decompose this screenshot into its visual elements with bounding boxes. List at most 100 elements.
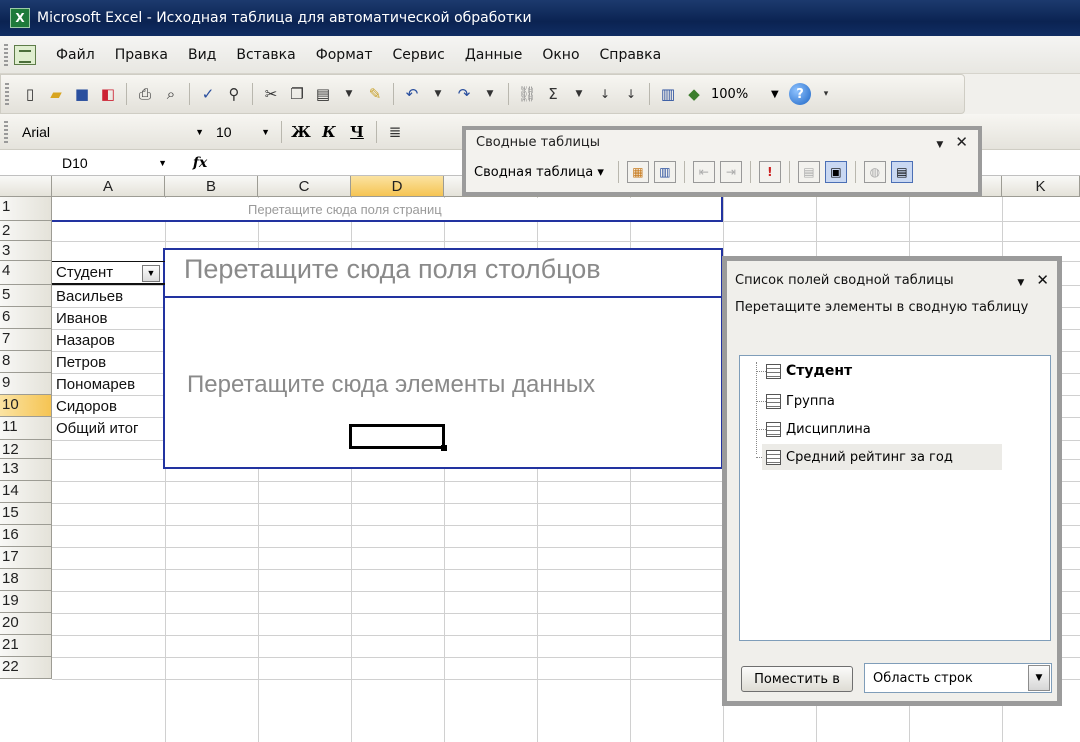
row-header-21[interactable]: 21: [0, 635, 52, 657]
menu-help[interactable]: Справка: [590, 47, 672, 63]
active-cell[interactable]: [349, 424, 445, 449]
autosum-dropdown-icon[interactable]: ▼: [568, 83, 590, 105]
hyperlink-icon[interactable]: ⛓: [516, 83, 538, 105]
spelling-icon[interactable]: ✓: [197, 83, 219, 105]
row-item[interactable]: Васильев: [56, 288, 123, 305]
name-box-dropdown-icon[interactable]: ▼: [158, 158, 167, 168]
print-preview-icon[interactable]: ⌕: [160, 83, 182, 105]
pivot-toolbar-titlebar[interactable]: Сводные таблицы ▼ ✕: [466, 130, 978, 154]
save-icon[interactable]: ■: [71, 83, 93, 105]
menu-tools[interactable]: Сервис: [383, 47, 455, 63]
sort-descending-icon[interactable]: ↓: [620, 83, 642, 105]
row-header-9[interactable]: 9: [0, 373, 52, 395]
options-dropdown-icon[interactable]: ▼: [936, 140, 943, 150]
always-display-items-icon[interactable]: ▣: [824, 161, 847, 183]
autosum-icon[interactable]: Σ: [542, 83, 564, 105]
row-header-18[interactable]: 18: [0, 569, 52, 591]
field-item[interactable]: Студент: [766, 358, 852, 384]
field-item[interactable]: Дисциплина: [766, 416, 871, 442]
hide-detail-icon[interactable]: ⇤: [692, 161, 715, 183]
toolbar-grip[interactable]: [5, 83, 9, 105]
row-header-13[interactable]: 13: [0, 459, 52, 481]
row-field-dropdown-icon[interactable]: ▼: [142, 265, 160, 282]
row-item[interactable]: Сидоров: [56, 398, 117, 415]
menu-insert[interactable]: Вставка: [226, 47, 305, 63]
row-header-12[interactable]: 12: [0, 440, 52, 459]
menu-window[interactable]: Окно: [532, 47, 589, 63]
bold-button[interactable]: Ж: [289, 123, 313, 141]
cut-icon[interactable]: ✂: [260, 83, 282, 105]
field-item[interactable]: Группа: [766, 388, 835, 414]
refresh-data-icon[interactable]: !: [758, 161, 781, 183]
row-item[interactable]: Пономарев: [56, 376, 135, 393]
row-header-6[interactable]: 6: [0, 307, 52, 329]
zoom-dropdown-icon[interactable]: ▼: [771, 89, 785, 100]
column-header-d[interactable]: D: [351, 176, 444, 197]
close-icon[interactable]: ✕: [1036, 271, 1049, 289]
menu-format[interactable]: Формат: [306, 47, 383, 63]
menu-file[interactable]: Файл: [46, 47, 105, 63]
font-size-box[interactable]: 10 ▼: [212, 120, 274, 144]
help-icon[interactable]: ?: [789, 83, 811, 105]
show-field-list-icon[interactable]: ▤: [890, 161, 913, 183]
pivot-chart-icon[interactable]: ▥: [653, 161, 676, 183]
chart-wizard-icon[interactable]: ▥: [657, 83, 679, 105]
row-header-3[interactable]: 3: [0, 241, 52, 261]
add-to-button[interactable]: Поместить в: [741, 666, 853, 692]
underline-button[interactable]: Ч: [345, 123, 369, 141]
row-header-17[interactable]: 17: [0, 547, 52, 569]
research-icon[interactable]: ⚲: [223, 83, 245, 105]
field-settings-icon[interactable]: ◍: [863, 161, 886, 183]
select-all-corner[interactable]: [0, 176, 52, 197]
italic-button[interactable]: К: [317, 123, 341, 141]
include-hidden-items-icon[interactable]: ▤: [797, 161, 820, 183]
row-header-15[interactable]: 15: [0, 503, 52, 525]
toolbar-options-icon[interactable]: ▾: [815, 83, 837, 105]
row-header-20[interactable]: 20: [0, 613, 52, 635]
redo-dropdown-icon[interactable]: ▼: [479, 83, 501, 105]
row-item[interactable]: Назаров: [56, 332, 115, 349]
area-select[interactable]: Область строк ▼: [864, 663, 1052, 693]
column-header-b[interactable]: B: [165, 176, 258, 197]
row-header-2[interactable]: 2: [0, 221, 52, 241]
permission-icon[interactable]: ◧: [97, 83, 119, 105]
field-item[interactable]: Средний рейтинг за год: [762, 444, 1002, 470]
undo-dropdown-icon[interactable]: ▼: [427, 83, 449, 105]
row-header-1[interactable]: 1: [0, 197, 52, 221]
column-header-a[interactable]: A: [52, 176, 165, 197]
paste-icon[interactable]: ▤: [312, 83, 334, 105]
toolbar-grip[interactable]: [4, 120, 8, 143]
row-header-19[interactable]: 19: [0, 591, 52, 613]
font-dropdown-icon[interactable]: ▼: [195, 127, 204, 137]
row-header-22[interactable]: 22: [0, 657, 52, 679]
toolbar-grip[interactable]: [4, 43, 8, 66]
row-header-4[interactable]: 4: [0, 261, 52, 285]
open-folder-icon[interactable]: ▰: [45, 83, 67, 105]
row-header-5[interactable]: 5: [0, 285, 52, 307]
area-dropdown-icon[interactable]: ▼: [1028, 665, 1050, 691]
font-name-box[interactable]: Arial ▼: [18, 120, 208, 144]
format-report-icon[interactable]: ▦: [626, 161, 649, 183]
row-header-8[interactable]: 8: [0, 351, 52, 373]
field-list-box[interactable]: Студент Группа Дисциплина Средний рейтин…: [739, 355, 1051, 641]
row-header-7[interactable]: 7: [0, 329, 52, 351]
row-header-10[interactable]: 10: [0, 395, 52, 417]
close-icon[interactable]: ✕: [955, 133, 968, 151]
menu-edit[interactable]: Правка: [105, 47, 178, 63]
row-header-11[interactable]: 11: [0, 417, 52, 440]
sort-ascending-icon[interactable]: ↓: [594, 83, 616, 105]
font-size-dropdown-icon[interactable]: ▼: [261, 127, 270, 137]
grand-total-label[interactable]: Общий итог: [56, 420, 138, 437]
copy-icon[interactable]: ❐: [286, 83, 308, 105]
row-header-14[interactable]: 14: [0, 481, 52, 503]
column-header-k[interactable]: K: [1002, 176, 1080, 197]
menu-view[interactable]: Вид: [178, 47, 226, 63]
align-left-icon[interactable]: ≣: [384, 121, 406, 143]
fill-handle[interactable]: [441, 445, 447, 451]
drawing-icon[interactable]: ◆: [683, 83, 705, 105]
row-item[interactable]: Иванов: [56, 310, 108, 327]
redo-icon[interactable]: ↷: [453, 83, 475, 105]
pivot-table-menu[interactable]: Сводная таблица ▾: [474, 165, 604, 180]
undo-icon[interactable]: ↶: [401, 83, 423, 105]
new-document-icon[interactable]: ▯: [19, 83, 41, 105]
